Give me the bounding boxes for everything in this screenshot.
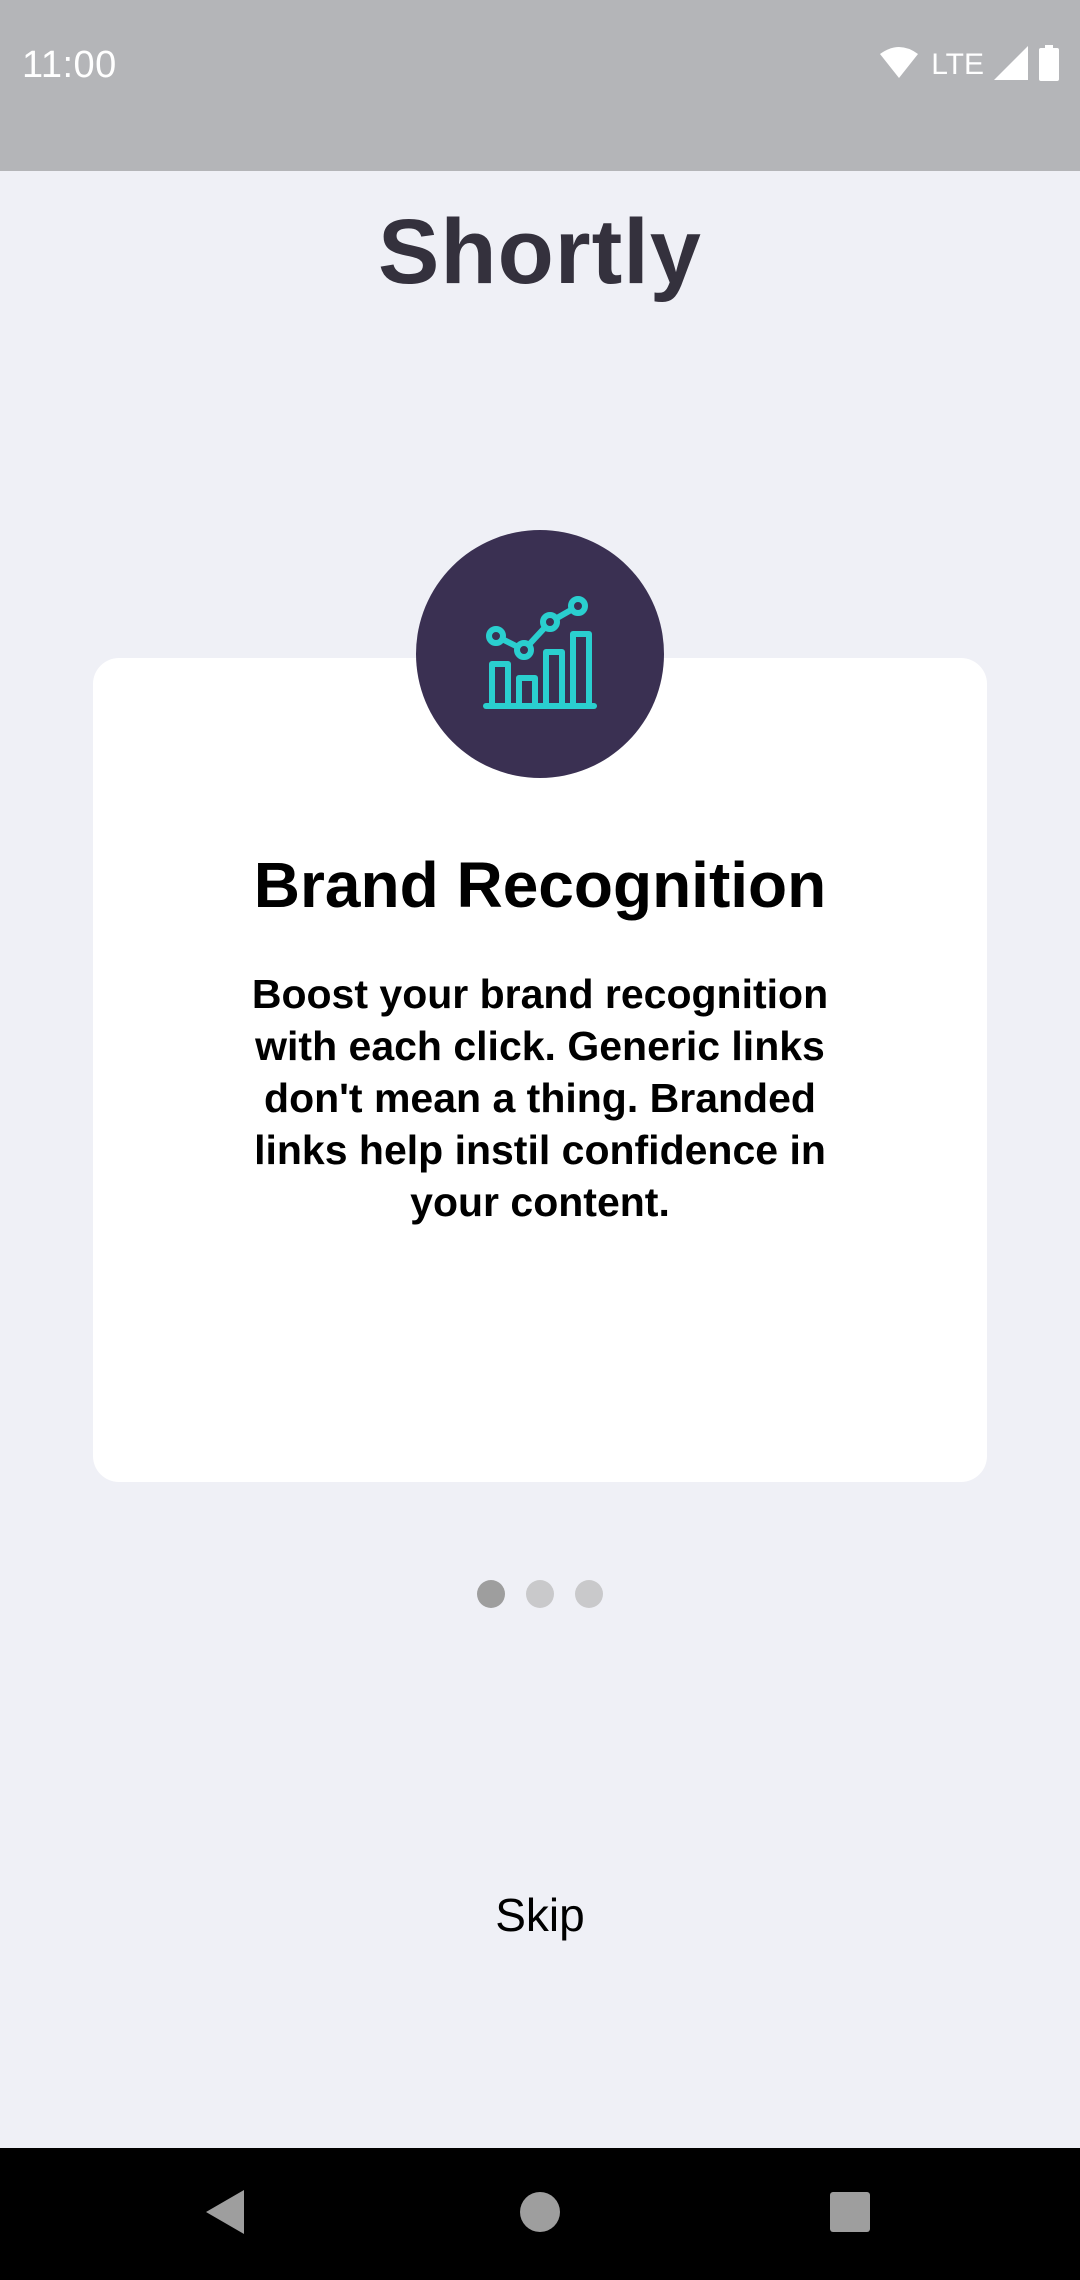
page-dot-1[interactable] [477,1580,505,1608]
home-icon [519,2191,561,2238]
skip-button[interactable]: Skip [440,1880,640,1950]
status-bar: 11:00 LTE [0,0,1080,171]
back-icon [204,2188,246,2241]
chart-icon [482,592,598,717]
home-button[interactable] [500,2178,580,2250]
wifi-icon [879,46,919,85]
recents-button[interactable] [810,2178,890,2250]
back-button[interactable] [185,2178,265,2250]
recents-icon [829,2191,871,2238]
onboarding-screen: 11:00 LTE Shortly Brand Recognition Boos… [0,0,1080,2280]
card-description: Boost your brand recognition with each c… [251,971,829,1225]
system-nav-bar [0,2148,1080,2280]
page-dot-2[interactable] [526,1580,554,1608]
feature-badge [416,530,664,778]
page-indicator [0,1580,1080,1608]
status-icons: LTE [879,40,1060,90]
card-title: Brand Recognition [253,849,827,921]
battery-icon [1038,44,1060,86]
signal-icon [994,45,1030,85]
network-type-label: LTE [931,48,984,81]
status-time: 11:00 [22,44,117,86]
page-dot-3[interactable] [575,1580,603,1608]
app-title: Shortly [378,201,702,303]
